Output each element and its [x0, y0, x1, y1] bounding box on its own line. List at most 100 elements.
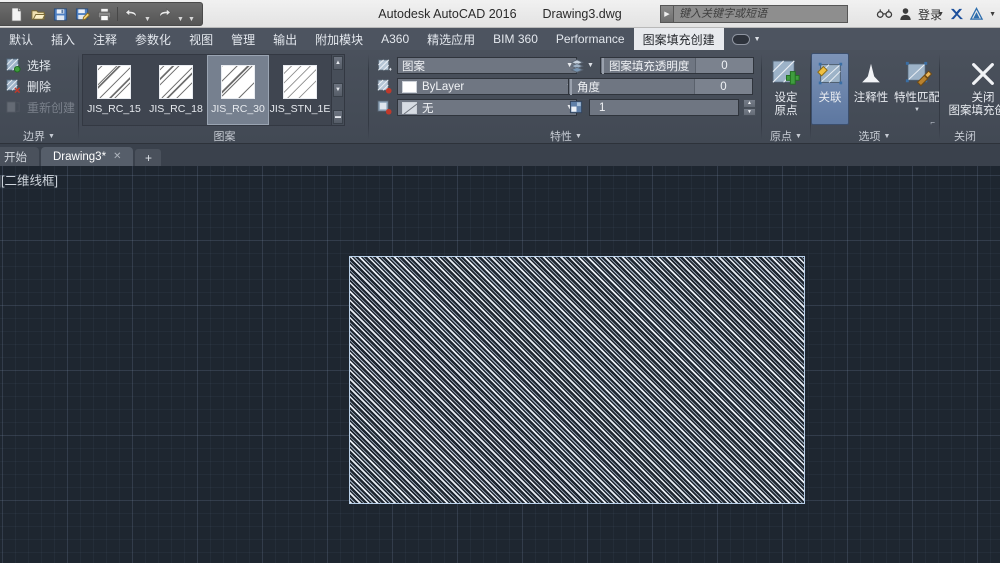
file-tab-drawing3[interactable]: Drawing3* ✕ [41, 147, 134, 166]
ribbon-tab-addins[interactable]: 附加模块 [306, 28, 372, 50]
hatch-scale-value[interactable]: 1 [595, 102, 605, 114]
hatch-scale-stepper[interactable]: ▲ ▼ [743, 99, 756, 116]
gallery-scroll-up-icon[interactable]: ▲ [333, 56, 343, 70]
viewport-controls-label[interactable]: [-][俯视][二维线框] [0, 170, 58, 189]
hatch-object[interactable] [349, 256, 805, 504]
ribbon-tab-hatch-creation[interactable]: 图案填充创建 [633, 28, 724, 50]
hatch-color-icon [376, 78, 393, 95]
ribbon-tab-bim360[interactable]: BIM 360 [484, 28, 547, 50]
ribbon-minimize-control[interactable]: ▼ [724, 28, 769, 50]
panel-boundaries: 选择 删除 重新创建 边界 ▼ [0, 50, 78, 144]
pattern-swatch-jis-rc-18[interactable]: JIS_RC_18 [145, 55, 207, 125]
search-dropdown-icon[interactable]: ▶ [660, 5, 673, 23]
transparency-dropdown-icon[interactable]: ▼ [587, 62, 594, 69]
ribbon-tab-view[interactable]: 视图 [180, 28, 222, 50]
hatch-scale-field[interactable]: 1 [589, 99, 739, 116]
ribbon-tab-parametric[interactable]: 参数化 [126, 28, 180, 50]
chevron-down-icon[interactable]: ▼ [754, 36, 761, 43]
pattern-swatch-jis-rc-30[interactable]: JIS_RC_30 [207, 55, 269, 125]
gallery-expand-icon[interactable]: ▬ [333, 110, 343, 124]
drawing-canvas[interactable]: [-][俯视][二维线框] 溜溜自学 ZIXUE.3D66.COM [0, 166, 1000, 563]
hatch-color-combo[interactable]: ByLayer ▼ [397, 78, 577, 95]
chevron-down-icon[interactable]: ▼ [914, 104, 920, 117]
annotative-button[interactable]: 注释性 [849, 53, 893, 125]
close-hatch-creation-button[interactable]: 关闭 图案填充创建 [940, 53, 1000, 125]
ribbon-tab-manage[interactable]: 管理 [222, 28, 264, 50]
help-dropdown-icon[interactable]: ▼ [989, 11, 996, 18]
gallery-scroll-down-icon[interactable]: ▼ [333, 83, 343, 97]
search-input[interactable] [673, 5, 848, 23]
boundary-remove-button[interactable]: 删除 [0, 76, 78, 97]
ribbon-tab-a360[interactable]: A360 [372, 28, 418, 50]
title-bar-right-icons: ▼ ▼ [937, 4, 996, 24]
panel-divider [368, 54, 369, 140]
pattern-gallery[interactable]: JIS_RC_15 JIS_RC_18 JIS_RC_30 JIS_STN_1E… [82, 54, 345, 126]
panel-origin-label[interactable]: 原点 ▼ [762, 128, 810, 144]
hatch-transparency-field[interactable]: 图案填充透明度 0 [599, 57, 754, 74]
save-as-icon[interactable] [72, 5, 92, 24]
ribbon-tab-output[interactable]: 输出 [264, 28, 306, 50]
ribbon-tab-insert[interactable]: 插入 [42, 28, 84, 50]
ribbon-tab-performance[interactable]: Performance [547, 28, 634, 50]
hatch-type-combo[interactable]: 图案 ▼ [397, 57, 577, 74]
sign-in-dropdown-icon[interactable]: ▼ [937, 11, 944, 18]
panel-options-label[interactable]: 选项 ▼ [811, 128, 938, 144]
pattern-swatch-jis-stn-1e[interactable]: JIS_STN_1E [269, 55, 331, 125]
customize-qat-icon[interactable]: ▼ [187, 5, 196, 23]
panel-properties-label[interactable]: 特性 ▼ [372, 128, 760, 144]
options-dialog-launcher-icon[interactable]: ⌐ [930, 118, 935, 127]
redo-dropdown-icon[interactable]: ▼ [176, 5, 185, 23]
annotative-label: 注释性 [853, 92, 889, 104]
hatch-type-value: 图案 [402, 60, 425, 73]
file-tab-label: Drawing3* [53, 150, 107, 163]
close-tab-icon[interactable]: ✕ [113, 151, 121, 162]
panel-close-label: 关闭 [940, 128, 1000, 144]
pattern-swatch-jis-rc-15[interactable]: JIS_RC_15 [83, 55, 145, 125]
file-tab-start[interactable]: 开始 [0, 147, 39, 166]
print-icon[interactable] [94, 5, 114, 24]
stepper-up-icon[interactable]: ▲ [743, 99, 756, 108]
panel-close-title: 关闭 [954, 131, 976, 143]
autodesk-logo-icon[interactable] [969, 7, 984, 21]
user-icon[interactable] [899, 7, 912, 21]
new-file-icon[interactable] [6, 5, 26, 24]
pattern-gallery-scrollbar[interactable]: ▲ ▼ ▬ [331, 55, 344, 125]
hatch-angle-value[interactable]: 0 [694, 79, 752, 94]
hatch-angle-label: 角度 [570, 78, 694, 95]
no-color-swatch [402, 101, 418, 114]
ribbon-tab-annotate[interactable]: 注释 [84, 28, 126, 50]
close-label-line2: 图案填充创建 [948, 105, 1000, 117]
new-tab-button[interactable]: + [135, 149, 162, 166]
stepper-down-icon[interactable]: ▼ [743, 107, 756, 116]
ribbon-tab-featured-apps[interactable]: 精选应用 [418, 28, 484, 50]
boundary-pick-points-label: 选择 [27, 59, 52, 73]
boundary-pick-points-button[interactable]: 选择 [0, 55, 78, 76]
panel-boundaries-label[interactable]: 边界 ▼ [0, 128, 78, 144]
undo-icon[interactable] [121, 5, 141, 24]
close-x-icon [969, 58, 997, 90]
search-icon[interactable] [876, 8, 893, 21]
save-icon[interactable] [50, 5, 70, 24]
panel-properties-title: 特性 [550, 131, 573, 143]
hatch-transparency-label: 图案填充透明度 [601, 57, 695, 74]
chevron-down-icon: ▼ [795, 132, 802, 140]
background-color-combo[interactable]: 无 ▼ [397, 99, 577, 116]
ribbon-tab-default[interactable]: 默认 [0, 28, 42, 50]
associative-icon [815, 58, 845, 90]
pattern-swatch-label: JIS_RC_30 [211, 103, 265, 115]
undo-dropdown-icon[interactable]: ▼ [143, 5, 152, 23]
hatch-type-icon [376, 57, 393, 74]
set-origin-button[interactable]: 设定 原点 [760, 53, 812, 125]
associative-button[interactable]: 关联 [811, 53, 849, 125]
match-properties-button[interactable]: 特性匹配 ▼ [893, 53, 941, 125]
quick-access-toolbar: ▼ ▼ ▼ [0, 2, 203, 26]
exchange-app-icon[interactable] [949, 7, 964, 21]
hatch-transparency-value[interactable]: 0 [694, 58, 753, 73]
hatch-angle-field[interactable]: 角度 0 [568, 78, 753, 95]
application-name: Autodesk AutoCAD 2016 [378, 7, 517, 21]
account-area: 登录 [876, 4, 942, 24]
chevron-down-icon: ▼ [48, 132, 55, 140]
open-file-icon[interactable] [28, 5, 48, 24]
hatch-scale-icon [568, 99, 585, 116]
redo-icon[interactable] [154, 5, 174, 24]
